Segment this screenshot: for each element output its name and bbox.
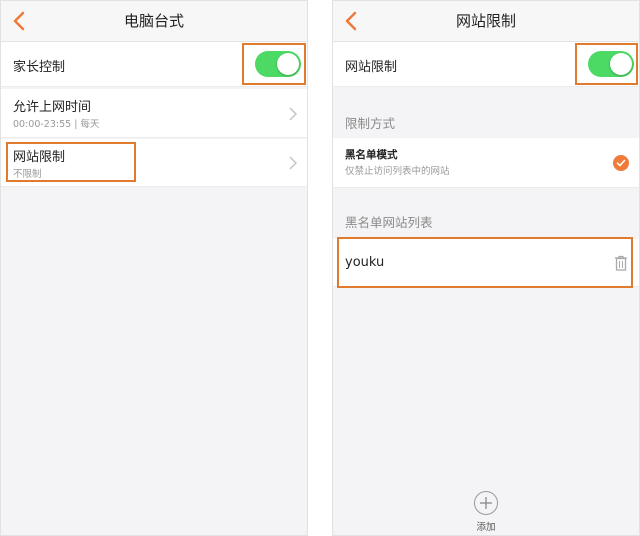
blacklist-mode-label: 黑名单模式 (345, 149, 398, 161)
highlight-box (6, 142, 136, 182)
add-button[interactable] (474, 491, 498, 515)
parental-control-label: 家长控制 (13, 60, 66, 75)
blacklist-mode-row[interactable]: 黑名单模式 仅禁止访问列表中的网站 (333, 138, 639, 188)
check-icon (613, 155, 629, 171)
right-screen: 网站限制 网站限制 限制方式 黑名单模式 仅禁止访问列表中的网站 黑名单网站列表… (332, 0, 640, 536)
section-header-mode: 限制方式 (345, 116, 396, 131)
section-header-list: 黑名单网站列表 (345, 215, 433, 230)
navigation-bar: 网站限制 (333, 1, 639, 42)
highlight-box (242, 43, 306, 85)
page-title: 网站限制 (455, 12, 516, 30)
page-title: 电脑台式 (123, 12, 184, 30)
navigation-bar: 电脑台式 (1, 1, 307, 42)
chevron-right-icon (289, 107, 297, 121)
highlight-box (337, 237, 633, 288)
left-screen: 电脑台式 家长控制 允许上网时间 00:00-23:55 | 每天 网站限制 不… (0, 0, 308, 536)
add-label: 添加 (476, 522, 496, 533)
website-limit-label: 网站限制 (345, 60, 398, 75)
allowed-time-value: 00:00-23:55 | 每天 (13, 119, 100, 130)
chevron-right-icon (289, 156, 297, 170)
allowed-time-label: 允许上网时间 (13, 100, 92, 115)
highlight-box (575, 43, 638, 85)
plus-icon (480, 497, 492, 509)
allowed-time-row[interactable]: 允许上网时间 00:00-23:55 | 每天 (1, 89, 307, 138)
blacklist-mode-description: 仅禁止访问列表中的网站 (345, 166, 450, 177)
